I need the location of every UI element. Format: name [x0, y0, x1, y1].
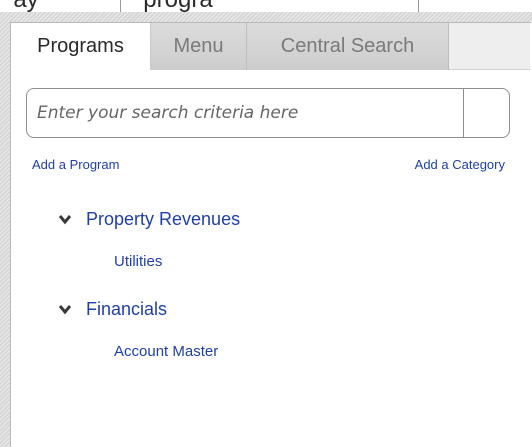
program-browser-screen: ay ' progra Programs Menu Central Search…	[0, 0, 532, 447]
add-category-link[interactable]: Add a Category	[415, 157, 505, 172]
tab-bar: Programs Menu Central Search	[10, 22, 530, 70]
chevron-down-icon[interactable]	[58, 212, 72, 226]
tab-programs[interactable]: Programs	[11, 23, 151, 70]
tree-category-label: Property Revenues	[86, 208, 241, 229]
tree-item-utilities[interactable]: Utilities	[114, 253, 162, 270]
search-box	[26, 88, 510, 138]
tree-category-label: Financials	[86, 298, 168, 319]
add-program-link[interactable]: Add a Program	[32, 157, 119, 172]
header-divider	[120, 0, 121, 12]
frame-top-band	[0, 12, 532, 22]
chevron-down-icon[interactable]	[58, 302, 72, 316]
tab-menu[interactable]: Menu	[151, 23, 247, 70]
search-button[interactable]	[463, 89, 509, 137]
programs-panel	[10, 22, 531, 447]
tab-central-search[interactable]: Central Search	[247, 23, 449, 70]
header-divider	[418, 0, 419, 12]
tree-item-account-master[interactable]: Account Master	[114, 343, 218, 360]
tree-category-financials[interactable]: Financials	[58, 296, 167, 322]
frame-left-band	[0, 12, 10, 447]
tree-category-property-revenues[interactable]: Property Revenues	[58, 206, 240, 232]
search-input[interactable]	[37, 89, 457, 137]
